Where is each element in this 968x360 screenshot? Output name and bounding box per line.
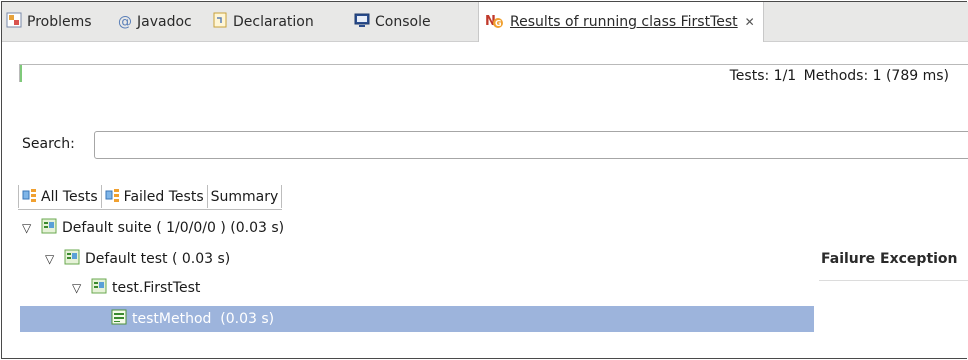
tab-label: Summary — [210, 188, 279, 205]
result-tabs: All Tests Failed Tests Summary — [18, 185, 283, 210]
suite-pass-icon — [41, 218, 57, 238]
class-pass-icon — [91, 278, 107, 298]
tree-icon — [22, 187, 38, 207]
at-icon: @ — [118, 14, 132, 30]
tab-summary[interactable]: Summary — [208, 185, 283, 208]
search-input[interactable] — [94, 131, 968, 159]
testng-results-view: Problems @ Javadoc Declaration Console N… — [1, 1, 968, 359]
search-label: Search: — [22, 136, 75, 152]
method-pass-icon — [111, 309, 127, 329]
divider — [819, 280, 968, 281]
tab-all-tests[interactable]: All Tests — [18, 185, 102, 208]
tab-label: Problems — [27, 14, 92, 30]
tab-failed-tests[interactable]: Failed Tests — [102, 185, 208, 208]
tab-label: Console — [375, 14, 431, 30]
tab-label: Declaration — [233, 14, 314, 30]
tree-node-class[interactable]: ▽ test.FirstTest — [72, 275, 200, 301]
tree-node-label: Default test ( 0.03 s) — [85, 251, 231, 267]
testng-icon: N G — [485, 11, 505, 33]
console-icon — [354, 12, 370, 32]
tab-console[interactable]: Console — [354, 2, 431, 42]
tab-testng-results[interactable]: N G Results of running class FirstTest ✕ — [478, 2, 764, 42]
svg-text:G: G — [495, 19, 502, 28]
tab-label: All Tests — [41, 188, 98, 205]
tab-declaration[interactable]: Declaration — [212, 2, 314, 42]
problems-icon — [6, 12, 22, 32]
tab-label: Results of running class FirstTest — [510, 14, 738, 30]
tree-node-method[interactable]: testMethod (0.03 s) — [20, 306, 814, 332]
progress-fill — [20, 65, 22, 82]
view-tab-bar: Problems @ Javadoc Declaration Console N… — [2, 2, 968, 42]
failure-exception-label: Failure Exception — [821, 251, 958, 267]
tab-javadoc[interactable]: @ Javadoc — [118, 2, 192, 42]
tree-icon — [105, 187, 121, 207]
expand-triangle-icon[interactable]: ▽ — [45, 252, 59, 266]
methods-count: Methods: 1 (789 ms) — [803, 68, 949, 84]
tests-count: Tests: 1/1 — [729, 68, 797, 84]
tree-node-label: Default suite ( 1/0/0/0 ) (0.03 s) — [62, 220, 285, 236]
close-icon[interactable]: ✕ — [745, 15, 755, 29]
tree-node-label: testMethod (0.03 s) — [132, 311, 275, 327]
declaration-icon — [212, 12, 228, 32]
test-pass-icon — [64, 249, 80, 269]
expand-triangle-icon[interactable]: ▽ — [22, 221, 36, 235]
tab-problems[interactable]: Problems — [6, 2, 92, 42]
tab-label: Javadoc — [137, 14, 192, 30]
expand-triangle-icon[interactable]: ▽ — [72, 281, 86, 295]
tree-node-label: test.FirstTest — [112, 280, 201, 296]
tab-label: Failed Tests — [123, 188, 204, 205]
tree-node-suite[interactable]: ▽ Default suite ( 1/0/0/0 ) (0.03 s) — [22, 215, 284, 241]
tree-node-test[interactable]: ▽ Default test ( 0.03 s) — [45, 246, 230, 272]
run-stats: Tests: 1/1 Methods: 1 (789 ms) — [727, 68, 949, 84]
